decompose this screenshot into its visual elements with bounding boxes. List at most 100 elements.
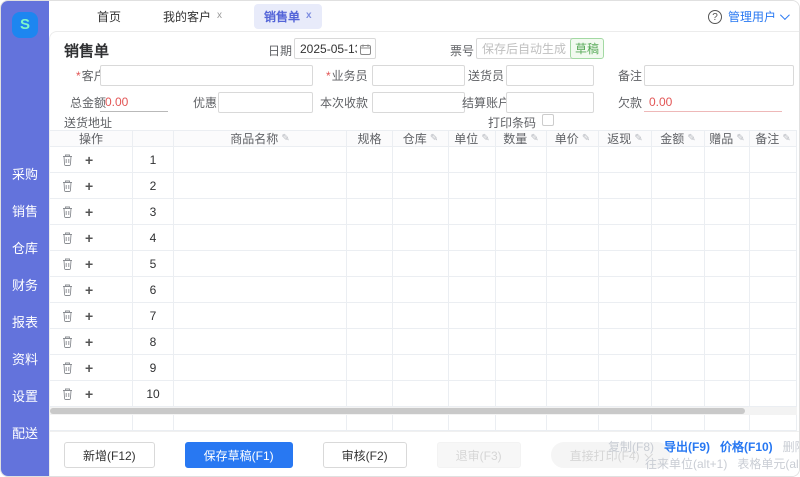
tab-我的客户[interactable]: 我的客户x	[153, 4, 232, 29]
table-cell[interactable]	[705, 173, 750, 199]
table-cell[interactable]	[174, 147, 347, 173]
table-cell[interactable]	[347, 303, 393, 329]
table-cell[interactable]	[347, 147, 393, 173]
tab-close-icon[interactable]: x	[217, 11, 222, 21]
table-cell[interactable]	[705, 329, 750, 355]
table-cell[interactable]	[347, 381, 393, 407]
table-cell[interactable]	[750, 147, 797, 173]
table-cell[interactable]	[174, 381, 347, 407]
address-input[interactable]	[116, 113, 480, 132]
table-cell[interactable]	[652, 147, 705, 173]
table-cell[interactable]	[652, 303, 705, 329]
table-cell[interactable]	[174, 199, 347, 225]
table-cell[interactable]	[496, 277, 547, 303]
deliveryman-input[interactable]	[506, 65, 594, 86]
table-cell[interactable]	[652, 173, 705, 199]
table-cell[interactable]	[750, 199, 797, 225]
table-cell[interactable]	[599, 303, 652, 329]
customer-input[interactable]	[100, 65, 313, 86]
footer-button-新增(F12)[interactable]: 新增(F12)	[64, 442, 155, 468]
add-row-icon[interactable]: +	[85, 153, 93, 167]
add-row-icon[interactable]: +	[85, 361, 93, 375]
help-icon[interactable]: ?	[708, 10, 722, 24]
tab-销售单[interactable]: 销售单x	[254, 4, 322, 29]
table-cell[interactable]	[496, 147, 547, 173]
table-cell[interactable]	[174, 355, 347, 381]
table-cell[interactable]	[347, 225, 393, 251]
delete-row-icon[interactable]	[62, 206, 73, 218]
add-row-icon[interactable]: +	[85, 283, 93, 297]
table-cell[interactable]	[174, 303, 347, 329]
tab-close-icon[interactable]: x	[306, 11, 312, 21]
table-cell[interactable]	[705, 251, 750, 277]
table-cell[interactable]	[705, 277, 750, 303]
table-cell[interactable]	[347, 173, 393, 199]
table-cell[interactable]	[449, 381, 496, 407]
table-cell[interactable]	[174, 251, 347, 277]
table-cell[interactable]	[393, 173, 449, 199]
table-cell[interactable]	[496, 355, 547, 381]
discount-input[interactable]	[218, 92, 313, 113]
scrollbar-thumb[interactable]	[50, 408, 745, 414]
footer-link-导出(F9)[interactable]: 导出(F9)	[664, 440, 710, 454]
footer-button-审核(F2)[interactable]: 审核(F2)	[323, 442, 407, 468]
print-barcode-checkbox[interactable]	[542, 114, 554, 126]
delete-row-icon[interactable]	[62, 180, 73, 192]
sidebar-item-资料[interactable]: 资料	[1, 341, 49, 378]
add-row-icon[interactable]: +	[85, 205, 93, 219]
table-cell[interactable]	[705, 225, 750, 251]
table-cell[interactable]	[750, 277, 797, 303]
table-cell[interactable]	[705, 303, 750, 329]
table-cell[interactable]	[547, 251, 599, 277]
table-cell[interactable]	[705, 381, 750, 407]
table-cell[interactable]	[393, 251, 449, 277]
table-cell[interactable]	[599, 147, 652, 173]
table-cell[interactable]	[393, 225, 449, 251]
table-cell[interactable]	[547, 199, 599, 225]
delete-row-icon[interactable]	[62, 284, 73, 296]
calendar-icon[interactable]	[360, 42, 371, 60]
delete-row-icon[interactable]	[62, 258, 73, 270]
table-cell[interactable]	[652, 329, 705, 355]
footer-link-往来单位(alt+1)[interactable]: 往来单位(alt+1)	[645, 457, 727, 471]
table-cell[interactable]	[347, 329, 393, 355]
table-cell[interactable]	[599, 355, 652, 381]
table-cell[interactable]	[547, 381, 599, 407]
app-logo-icon[interactable]: S	[12, 12, 38, 38]
table-cell[interactable]	[750, 225, 797, 251]
table-cell[interactable]	[652, 199, 705, 225]
payment-input[interactable]	[372, 92, 465, 113]
sidebar-item-配送[interactable]: 配送	[1, 415, 49, 452]
table-cell[interactable]	[547, 225, 599, 251]
table-cell[interactable]	[449, 173, 496, 199]
table-cell[interactable]	[393, 355, 449, 381]
table-cell[interactable]	[652, 251, 705, 277]
add-row-icon[interactable]: +	[85, 309, 93, 323]
add-row-icon[interactable]: +	[85, 387, 93, 401]
sidebar-item-采购[interactable]: 采购	[1, 156, 49, 193]
delete-row-icon[interactable]	[62, 336, 73, 348]
table-cell[interactable]	[599, 199, 652, 225]
table-cell[interactable]	[599, 329, 652, 355]
table-cell[interactable]	[652, 225, 705, 251]
table-cell[interactable]	[393, 381, 449, 407]
footer-link-删除(F11)[interactable]: 删除(F11)	[783, 440, 800, 454]
table-cell[interactable]	[599, 251, 652, 277]
add-row-icon[interactable]: +	[85, 257, 93, 271]
table-cell[interactable]	[393, 303, 449, 329]
table-cell[interactable]	[547, 147, 599, 173]
sidebar-item-报表[interactable]: 报表	[1, 304, 49, 341]
delete-row-icon[interactable]	[62, 232, 73, 244]
table-cell[interactable]	[750, 381, 797, 407]
table-cell[interactable]	[652, 355, 705, 381]
table-cell[interactable]	[496, 251, 547, 277]
user-menu[interactable]: 管理用户	[728, 8, 787, 25]
table-cell[interactable]	[547, 277, 599, 303]
account-input[interactable]	[506, 92, 594, 113]
salesman-input[interactable]	[372, 65, 465, 86]
delete-row-icon[interactable]	[62, 310, 73, 322]
table-cell[interactable]	[347, 199, 393, 225]
footer-button-保存草稿(F1)[interactable]: 保存草稿(F1)	[185, 442, 293, 468]
table-cell[interactable]	[449, 329, 496, 355]
delete-row-icon[interactable]	[62, 154, 73, 166]
